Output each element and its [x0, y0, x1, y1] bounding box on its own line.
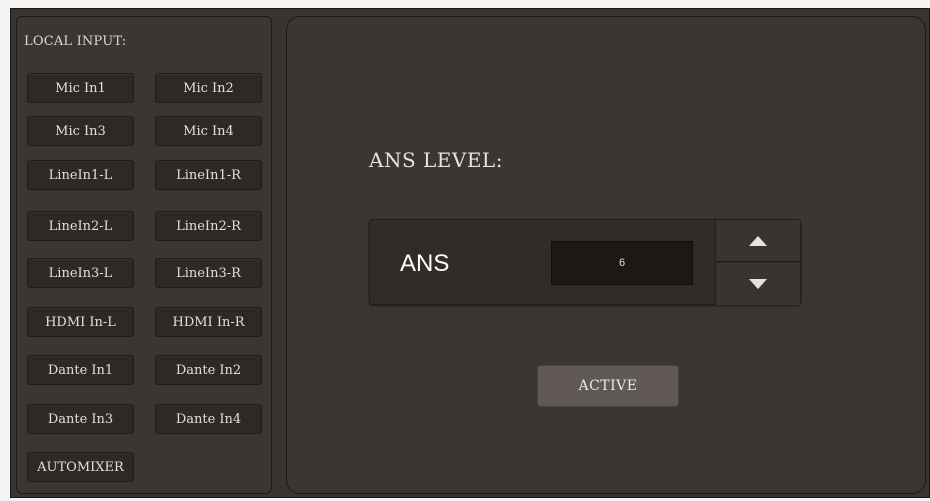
increment-button[interactable]	[715, 220, 800, 262]
mic-in3-button[interactable]: Mic In3	[27, 116, 134, 146]
mic-in1-button[interactable]: Mic In1	[27, 73, 134, 103]
automixer-button[interactable]: AUTOMIXER	[27, 452, 134, 482]
dante-in3-button[interactable]: Dante In3	[27, 404, 134, 434]
linein1-l-button[interactable]: LineIn1-L	[27, 160, 134, 190]
active-button[interactable]: ACTIVE	[537, 365, 679, 407]
linein3-l-button[interactable]: LineIn3-L	[27, 258, 134, 288]
linein2-l-button[interactable]: LineIn2-L	[27, 211, 134, 241]
triangle-down-icon	[749, 279, 767, 289]
dante-in1-button[interactable]: Dante In1	[27, 355, 134, 385]
triangle-up-icon	[749, 235, 767, 246]
hdmi-in-l-button[interactable]: HDMI In-L	[27, 307, 134, 337]
ans-name-label: ANS	[400, 250, 450, 277]
dante-in4-button[interactable]: Dante In4	[155, 404, 262, 434]
hdmi-in-r-button[interactable]: HDMI In-R	[155, 307, 262, 337]
local-input-label: LOCAL INPUT:	[24, 34, 127, 49]
decrement-button[interactable]	[715, 263, 800, 305]
mic-in4-button[interactable]: Mic In4	[155, 116, 262, 146]
linein3-r-button[interactable]: LineIn3-R	[155, 258, 262, 288]
ans-value-field[interactable]: 6	[551, 241, 693, 285]
linein2-r-button[interactable]: LineIn2-R	[155, 211, 262, 241]
dante-in2-button[interactable]: Dante In2	[155, 355, 262, 385]
linein1-r-button[interactable]: LineIn1-R	[155, 160, 262, 190]
ans-level-label: ANS LEVEL:	[369, 148, 503, 172]
mic-in2-button[interactable]: Mic In2	[155, 73, 262, 103]
